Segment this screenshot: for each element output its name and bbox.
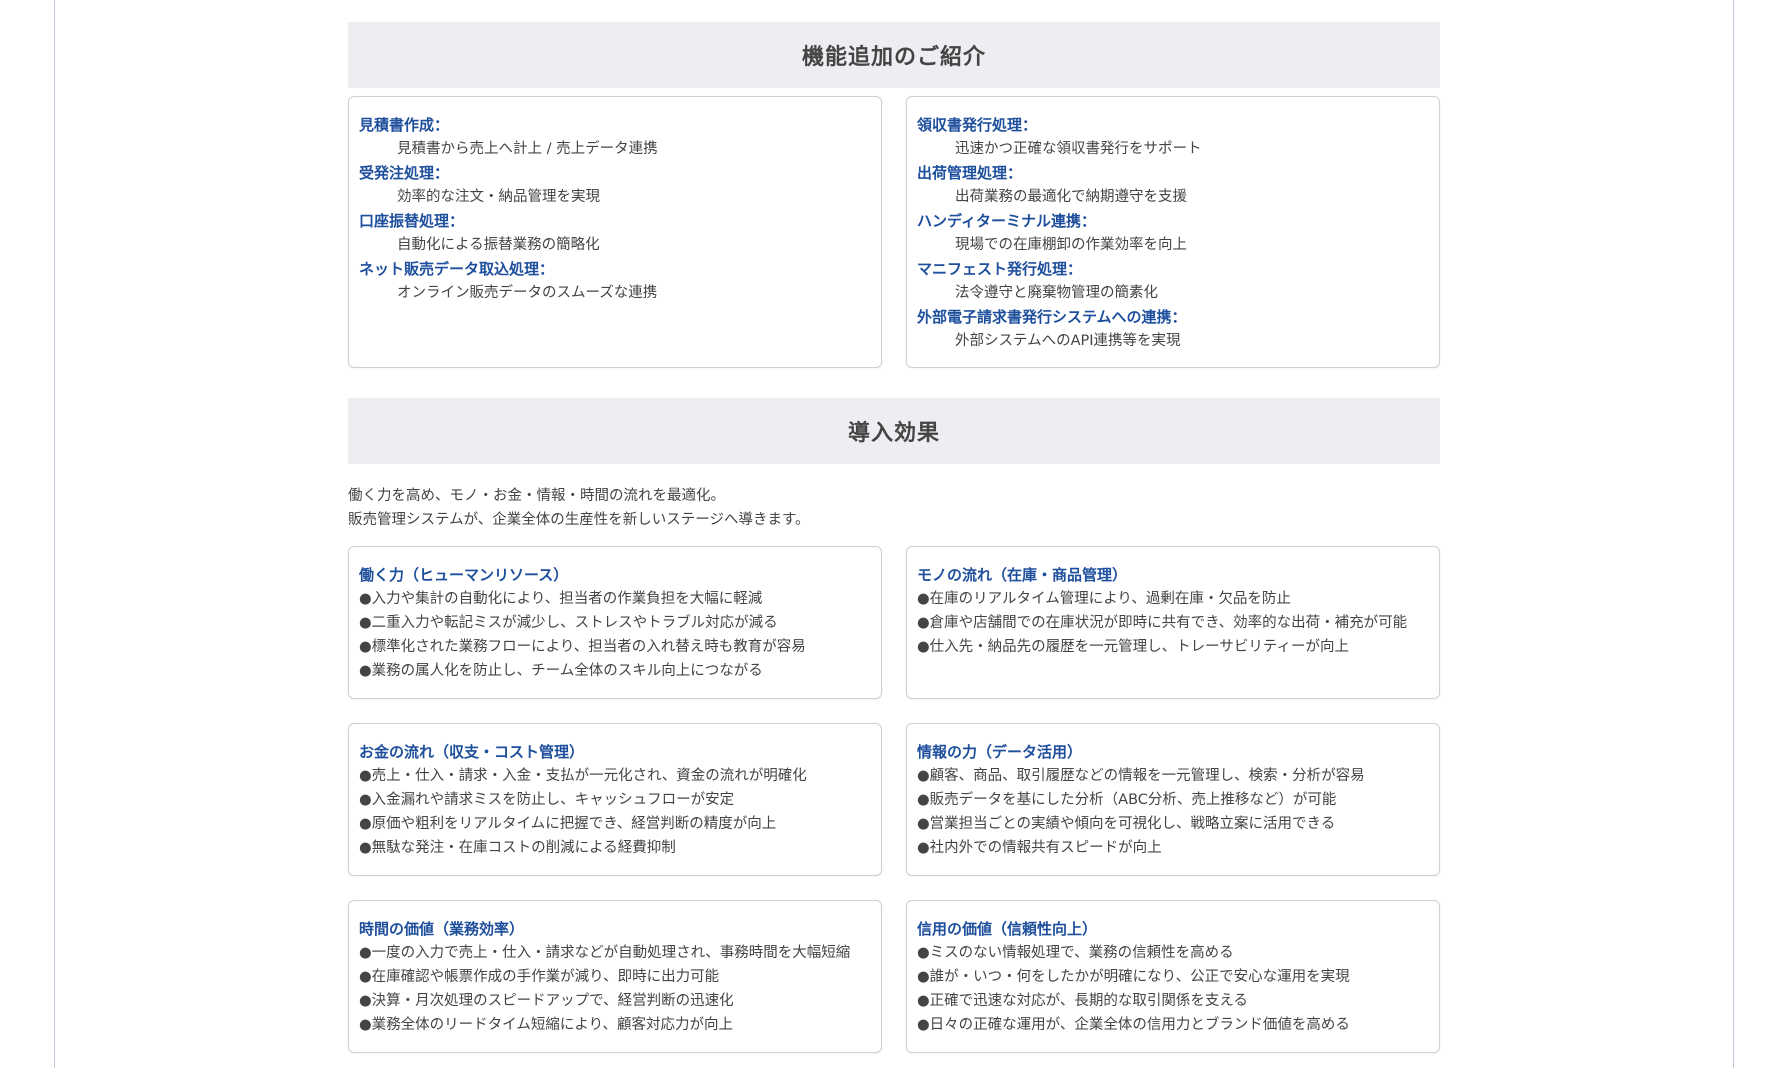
effect-bullet: ●誰が・いつ・何をしたかが明確になり、公正で安心な運用を実現 [917, 969, 1350, 985]
intro-line: 販売管理システムが、企業全体の生産性を新しいステージへ導きます。 [348, 512, 810, 528]
features-card-right: 領収書発行処理： 迅速かつ正確な領収書発行をサポート 出荷管理処理： 出荷業務の… [906, 96, 1440, 368]
effect-bullet: ●無駄な発注・在庫コストの削減による経費抑制 [359, 840, 676, 856]
effect-bullet: ●売上・仕入・請求・入金・支払が一元化され、資金の流れが明確化 [359, 768, 807, 784]
effect-bullet: ●在庫確認や帳票作成の手作業が減り、即時に出力可能 [359, 969, 720, 985]
effect-card-money: お金の流れ（収支・コスト管理） ●売上・仕入・請求・入金・支払が一元化され、資金… [348, 723, 882, 876]
effect-bullet: ●日々の正確な運用が、企業全体の信用力とブランド価値を高める [917, 1017, 1350, 1033]
feature-desc: 自動化による振替業務の簡略化 [397, 237, 600, 253]
feature-title: 見積書作成： [359, 116, 450, 134]
effect-card-information: 情報の力（データ活用） ●顧客、商品、取引履歴などの情報を一元管理し、検索・分析… [906, 723, 1440, 876]
feature-desc: 現場での在庫棚卸の作業効率を向上 [955, 237, 1187, 253]
effect-bullet: ●決算・月次処理のスピードアップで、経営判断の迅速化 [359, 993, 734, 1009]
effect-bullet: ●営業担当ごとの実績や傾向を可視化し、戦略立案に活用できる [917, 816, 1336, 832]
feature-title: 口座振替処理： [359, 212, 465, 230]
effect-bullet: ●社内外での情報共有スピードが向上 [917, 840, 1162, 856]
feature-title: 外部電子請求書発行システムへの連携： [917, 308, 1187, 326]
effect-bullet: ●二重入力や転記ミスが減少し、ストレスやトラブル対応が減る [359, 615, 778, 631]
feature-title: 出荷管理処理： [917, 164, 1023, 182]
effect-card-trust: 信用の価値（信頼性向上） ●ミスのない情報処理で、業務の信頼性を高める ●誰が・… [906, 900, 1440, 1053]
effect-bullet: ●仕入先・納品先の履歴を一元管理し、トレーサビリティーが向上 [917, 639, 1349, 655]
effect-bullet: ●原価や粗利をリアルタイムに把握でき、経営判断の精度が向上 [359, 816, 777, 832]
feature-desc: 法令遵守と廃棄物管理の簡素化 [955, 285, 1158, 301]
effects-intro: 働く力を高め、モノ・お金・情報・時間の流れを最適化。 販売管理システムが、企業全… [348, 484, 1440, 532]
effect-bullet: ●業務全体のリードタイム短縮により、顧客対応力が向上 [359, 1017, 733, 1033]
intro-line: 働く力を高め、モノ・お金・情報・時間の流れを最適化。 [348, 488, 725, 504]
effect-bullet: ●一度の入力で売上・仕入・請求などが自動処理され、事務時間を大幅短縮 [359, 945, 851, 961]
feature-title: ハンディターミナル連携： [917, 212, 1096, 230]
effect-card-human: 働く力（ヒューマンリソース） ●入力や集計の自動化により、担当者の作業負担を大幅… [348, 546, 882, 699]
features-grid: 見積書作成： 見積書から売上へ計上 / 売上データ連携 受発注処理： 効率的な注… [348, 88, 1440, 368]
effect-bullet: ●販売データを基にした分析（ABC分析、売上推移など）が可能 [917, 792, 1337, 808]
effect-card-title: 時間の価値（業務効率） [359, 920, 525, 938]
feature-title: 領収書発行処理： [917, 116, 1038, 134]
effect-card-goods: モノの流れ（在庫・商品管理） ●在庫のリアルタイム管理により、過剰在庫・欠品を防… [906, 546, 1440, 699]
effect-card-title: 情報の力（データ活用） [917, 743, 1083, 761]
main-content: 機能追加のご紹介 見積書作成： 見積書から売上へ計上 / 売上データ連携 受発注… [348, 22, 1440, 1053]
feature-title: ネット販売データ取込処理： [359, 260, 555, 278]
effect-card-title: 働く力（ヒューマンリソース） [359, 566, 569, 584]
feature-desc: 出荷業務の最適化で納期遵守を支援 [955, 189, 1187, 205]
feature-desc: 見積書から売上へ計上 / 売上データ連携 [397, 141, 658, 157]
effect-bullet: ●正確で迅速な対応が、長期的な取引関係を支える [917, 993, 1248, 1009]
effect-bullet: ●顧客、商品、取引履歴などの情報を一元管理し、検索・分析が容易 [917, 768, 1365, 784]
feature-title: マニフェスト発行処理： [917, 260, 1083, 278]
feature-desc: 外部システムへのAPI連携等を実現 [955, 333, 1181, 349]
features-card-left: 見積書作成： 見積書から売上へ計上 / 売上データ連携 受発注処理： 効率的な注… [348, 96, 882, 368]
effects-heading: 導入効果 [348, 398, 1440, 464]
effect-card-title: お金の流れ（収支・コスト管理） [359, 743, 585, 761]
effect-bullet: ●入力や集計の自動化により、担当者の作業負担を大幅に軽減 [359, 591, 763, 607]
effect-bullet: ●業務の属人化を防止し、チーム全体のスキル向上につながる [359, 663, 763, 679]
effect-card-time: 時間の価値（業務効率） ●一度の入力で売上・仕入・請求などが自動処理され、事務時… [348, 900, 882, 1053]
effect-bullet: ●入金漏れや請求ミスを防止し、キャッシュフローが安定 [359, 792, 735, 808]
effect-bullet: ●標準化された業務フローにより、担当者の入れ替え時も教育が容易 [359, 639, 806, 655]
effect-card-title: 信用の価値（信頼性向上） [917, 920, 1098, 938]
effects-grid: 働く力（ヒューマンリソース） ●入力や集計の自動化により、担当者の作業負担を大幅… [348, 546, 1440, 1053]
features-heading: 機能追加のご紹介 [348, 22, 1440, 88]
feature-desc: オンライン販売データのスムーズな連携 [397, 285, 658, 301]
effect-bullet: ●ミスのない情報処理で、業務の信頼性を高める [917, 945, 1234, 961]
feature-title: 受発注処理： [359, 164, 450, 182]
effect-bullet: ●在庫のリアルタイム管理により、過剰在庫・欠品を防止 [917, 591, 1291, 607]
effect-bullet: ●倉庫や店舗間での在庫状況が即時に共有でき、効率的な出荷・補充が可能 [917, 615, 1408, 631]
effect-card-title: モノの流れ（在庫・商品管理） [917, 566, 1128, 584]
feature-desc: 効率的な注文・納品管理を実現 [397, 189, 600, 205]
feature-desc: 迅速かつ正確な領収書発行をサポート [955, 141, 1202, 157]
